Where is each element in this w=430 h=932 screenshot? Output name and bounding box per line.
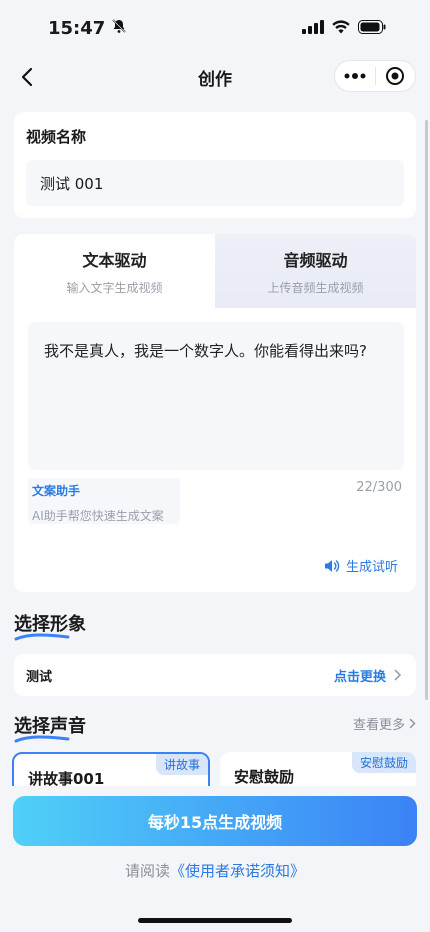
- cellular-signal-icon: [302, 19, 324, 38]
- chevron-right-icon: [409, 718, 416, 729]
- status-time: 15:47: [48, 17, 106, 39]
- tab-subtitle: 输入文字生成视频: [66, 280, 163, 295]
- change-avatar-link[interactable]: 点击更换: [334, 666, 402, 685]
- home-indicator: [138, 918, 292, 923]
- generate-preview-button[interactable]: 生成试听: [324, 556, 398, 575]
- script-textarea[interactable]: 我不是真人，我是一个数字人。你能看得出来吗?: [28, 322, 404, 470]
- tab-subtitle: 上传音频生成视频: [267, 280, 364, 295]
- bottom-action-area: 每秒15点生成视频 请阅读《使用者承诺须知》: [0, 786, 430, 932]
- generate-video-button[interactable]: 每秒15点生成视频: [13, 796, 417, 846]
- video-name-label: 视频名称: [26, 128, 87, 146]
- agreement-link[interactable]: 《使用者承诺须知》: [170, 862, 305, 880]
- avatar-row[interactable]: 测试 点击更换: [14, 654, 416, 696]
- char-count: 22/300: [356, 480, 402, 495]
- title-underline-decoration: [14, 633, 70, 641]
- mute-bell-icon: [111, 18, 127, 39]
- voice-name: 安慰鼓励: [234, 768, 295, 786]
- status-bar: 15:47: [0, 0, 430, 56]
- close-program-button[interactable]: [376, 61, 416, 91]
- mini-program-capsule: [334, 60, 416, 92]
- voice-tag: 讲故事: [155, 754, 208, 775]
- chevron-right-icon: [394, 669, 402, 681]
- wifi-icon: [332, 19, 350, 38]
- video-name-card: 视频名称 测试 001: [14, 112, 416, 218]
- back-button[interactable]: [14, 64, 40, 90]
- tab-audio-drive[interactable]: 音频驱动 上传音频生成视频: [215, 234, 416, 308]
- avatar-section-title: 选择形象: [14, 610, 86, 641]
- see-more-voices-link[interactable]: 查看更多: [353, 714, 416, 733]
- more-button[interactable]: [335, 61, 375, 91]
- title-underline-decoration: [14, 735, 70, 743]
- agreement-notice: 请阅读《使用者承诺须知》: [0, 860, 430, 881]
- chevron-left-icon: [21, 67, 33, 87]
- target-circle-icon: [386, 67, 405, 85]
- assistant-title: 文案助手: [32, 484, 81, 498]
- voice-tag: 安慰鼓励: [351, 752, 416, 773]
- nav-bar: 创作: [0, 56, 430, 98]
- tab-title: 音频驱动: [283, 250, 348, 270]
- battery-icon: [358, 19, 386, 38]
- scrollbar[interactable]: [425, 120, 428, 700]
- page-title: 创作: [198, 69, 232, 90]
- tab-title: 文本驱动: [82, 250, 147, 270]
- agreement-prefix: 请阅读: [124, 862, 170, 880]
- tab-text-drive[interactable]: 文本驱动 输入文字生成视频: [14, 234, 215, 308]
- assistant-subtitle: AI助手帮您快速生成文案: [32, 509, 164, 523]
- more-dots-icon: [344, 73, 366, 79]
- preview-label: 生成试听: [345, 560, 398, 575]
- current-avatar-name: 测试: [26, 669, 53, 685]
- video-name-input[interactable]: 测试 001: [26, 160, 404, 206]
- speaker-icon: [324, 559, 340, 572]
- drive-mode-card: 文本驱动 输入文字生成视频 音频驱动 上传音频生成视频 我不是真人，我是一个数字…: [14, 234, 416, 592]
- voice-section-title: 选择声音: [14, 712, 86, 743]
- copywriting-assistant[interactable]: 文案助手 AI助手帮您快速生成文案: [28, 478, 180, 524]
